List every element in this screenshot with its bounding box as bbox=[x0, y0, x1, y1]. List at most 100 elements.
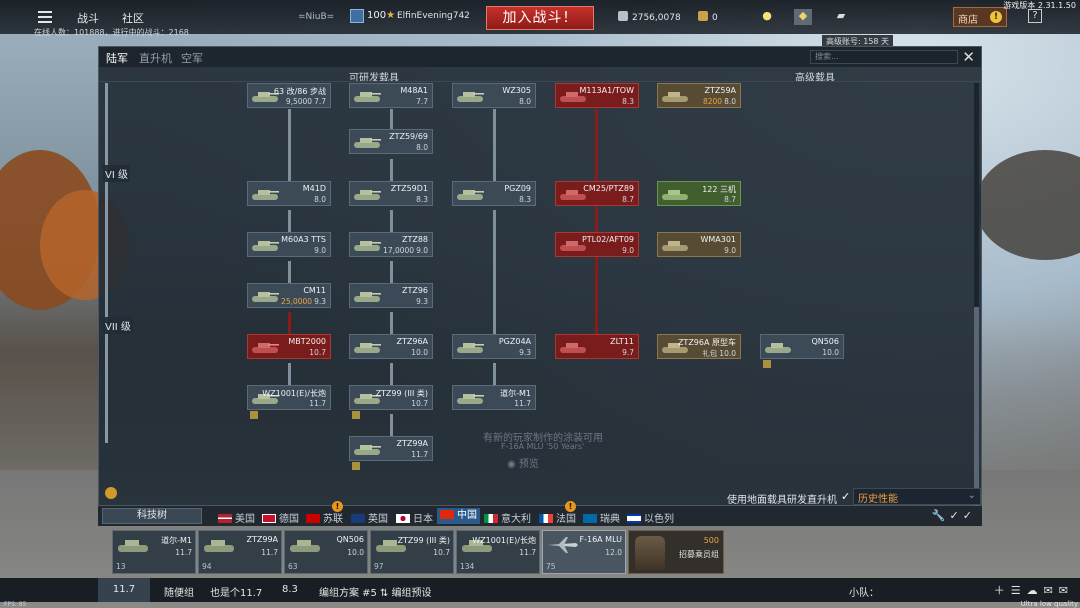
vehicle-card[interactable]: 63 改/86 步战 9,5000 7.7 bbox=[247, 83, 331, 108]
vehicle-card[interactable]: WZ1001(E)/长炮 11.7 bbox=[247, 385, 331, 419]
crew-slot[interactable]: QN506 10.0 63 bbox=[284, 530, 368, 574]
flag-icon bbox=[306, 514, 320, 523]
star-icon: ★ bbox=[386, 10, 396, 21]
close-icon[interactable]: ✕ bbox=[962, 48, 975, 66]
vehicle-card[interactable]: ZTZ88 17,0000 9.0 bbox=[349, 232, 433, 257]
menu-icon[interactable] bbox=[38, 11, 52, 23]
preset-tab[interactable]: 随便组 bbox=[164, 584, 194, 599]
flag-icon bbox=[440, 510, 454, 519]
join-battle-button[interactable]: 加入战斗！ bbox=[486, 6, 594, 30]
bottom-tools[interactable]: ＋☰☁✉✉ bbox=[994, 582, 1074, 598]
nation-ussr[interactable]: ! 苏联 bbox=[306, 501, 343, 525]
nation-israel[interactable]: 以色列 bbox=[627, 510, 674, 525]
crew-slot[interactable]: ZTZ99 (III 类) 10.7 97 bbox=[370, 530, 454, 574]
techtree-button[interactable]: 科技树 bbox=[102, 508, 202, 524]
preset-edit-button[interactable]: ⇅ 编组预设 bbox=[380, 584, 432, 599]
vehicle-card[interactable]: ZTZ96A 原型车 礼包 10.0 bbox=[657, 334, 741, 359]
nav-battle[interactable]: 战斗 bbox=[77, 10, 99, 26]
premium-icon[interactable]: ◆ bbox=[794, 9, 812, 25]
nation-japan[interactable]: 日本 bbox=[396, 510, 433, 525]
nav-community[interactable]: 社区 bbox=[122, 10, 144, 26]
crew-slots: 道尔-M1 11.7 13 ZTZ99A 11.7 94 QN506 10.0 … bbox=[112, 530, 724, 574]
recruit-crew-slot[interactable]: 500 招募乘员组 bbox=[628, 530, 724, 574]
vehicle-card[interactable]: ZTZ99 (III 类) 10.7 bbox=[349, 385, 433, 419]
vehicle-card[interactable]: WMA301 9.0 bbox=[657, 232, 741, 257]
tab-aircraft[interactable]: 空军 bbox=[181, 50, 203, 66]
vehicle-card[interactable]: M113A1/TOW 8.3 bbox=[555, 83, 639, 108]
br-value: 9.0 bbox=[416, 246, 428, 255]
vehicle-card[interactable]: ZTZ99A 11.7 bbox=[349, 436, 433, 470]
br-value: 8.0 bbox=[314, 195, 326, 204]
vehicle-card[interactable]: 道尔-M1 11.7 bbox=[452, 385, 536, 410]
tab-ground[interactable]: 陆军 bbox=[106, 50, 128, 66]
nation-uk[interactable]: 英国 bbox=[351, 510, 388, 525]
scrollbar-thumb[interactable] bbox=[974, 307, 979, 507]
search-input[interactable]: 搜索... bbox=[810, 50, 958, 64]
nation-china[interactable]: 中国 bbox=[437, 508, 480, 524]
br-value: 11.7 bbox=[514, 399, 531, 408]
vehicle-card[interactable]: MBT2000 10.7 bbox=[247, 334, 331, 359]
avatar[interactable] bbox=[350, 9, 364, 23]
nation-sweden[interactable]: 瑞典 bbox=[583, 510, 620, 525]
nation-usa[interactable]: 美国 bbox=[218, 510, 255, 525]
vehicle-card[interactable]: ZTZ59/69 8.0 bbox=[349, 129, 433, 154]
nation-france[interactable]: ! 法国 bbox=[539, 501, 576, 525]
lightbulb-icon[interactable]: ● bbox=[758, 9, 776, 25]
flag-icon bbox=[627, 514, 641, 523]
nation-label: 以色列 bbox=[644, 514, 674, 525]
crew-slot[interactable]: 道尔-M1 11.7 13 bbox=[112, 530, 196, 574]
preset-selector[interactable]: 编组方案 #5 bbox=[319, 584, 377, 599]
tank-icon bbox=[252, 190, 279, 200]
shop-button[interactable]: 商店! bbox=[953, 7, 1007, 27]
preset-tab[interactable]: 也是个11.7 bbox=[210, 584, 262, 599]
vehicle-card[interactable]: M48A1 7.7 bbox=[349, 83, 433, 108]
vehicle-card[interactable]: CM11 25,0000 9.3 bbox=[247, 283, 331, 308]
vehicle-card[interactable]: ZTZ96A 10.0 bbox=[349, 334, 433, 359]
vehicle-card[interactable]: ZTZ59D1 8.3 bbox=[349, 181, 433, 206]
performance-dropdown[interactable]: 历史性能 ⌄ bbox=[853, 488, 981, 505]
vehicle-type-tabs: 陆军 直升机 空军 搜索... ✕ bbox=[99, 47, 981, 67]
rank-line bbox=[105, 83, 108, 443]
player-name[interactable]: ElfinEvening742 bbox=[397, 11, 470, 21]
tree-tools[interactable]: 🔧✓✓ bbox=[932, 509, 976, 522]
crew-slot[interactable]: WZ1001(E)/长炮 11.7 134 bbox=[456, 530, 540, 574]
vehicle-card[interactable]: ZTZ96 9.3 bbox=[349, 283, 433, 308]
tree-connector bbox=[493, 363, 496, 385]
vehicle-br: 8200 8.0 bbox=[703, 97, 736, 106]
nation-italy[interactable]: 意大利 bbox=[484, 510, 531, 525]
crew-slot[interactable]: ZTZ99A 11.7 94 bbox=[198, 530, 282, 574]
help-button[interactable]: ? bbox=[1028, 9, 1042, 23]
vehicle-card[interactable]: PTL02/AFT09 9.0 bbox=[555, 232, 639, 257]
br-value: 9.3 bbox=[314, 297, 326, 306]
vehicle-card[interactable]: WZ305 8.0 bbox=[452, 83, 536, 108]
preset-tab-active[interactable]: 11.7 bbox=[98, 578, 150, 602]
br-value: 7.7 bbox=[416, 97, 428, 106]
online-count: 在线人数：101888，进行中的战斗：2168 bbox=[34, 28, 189, 37]
vehicle-card[interactable]: M60A3 TTS 9.0 bbox=[247, 232, 331, 257]
br-value: 10.0 bbox=[411, 348, 428, 357]
vehicle-card[interactable]: ZLT11 9.7 bbox=[555, 334, 639, 359]
tab-helicopter[interactable]: 直升机 bbox=[139, 50, 172, 66]
preset-tab[interactable]: 8.3 bbox=[282, 584, 298, 595]
slot-vehicle-name: ZTZ99 (III 类) bbox=[397, 536, 450, 545]
crew-slot-selected[interactable]: F-16A MLU 12.0 75 bbox=[542, 530, 626, 574]
vehicle-card[interactable]: CM25/PTZ89 8.7 bbox=[555, 181, 639, 206]
vehicle-card[interactable]: QN506 10.0 bbox=[760, 334, 844, 368]
br-value: 8.7 bbox=[724, 195, 736, 204]
nation-label: 苏联 bbox=[323, 514, 343, 525]
coupon-icon[interactable]: ▰ bbox=[832, 9, 850, 25]
vehicle-card[interactable]: PGZ09 8.3 bbox=[452, 181, 536, 206]
sub-vehicle-icon bbox=[352, 462, 360, 470]
vehicle-card[interactable]: ZTZ59A 8200 8.0 bbox=[657, 83, 741, 108]
checkbox-icon[interactable]: ✓ bbox=[841, 490, 850, 503]
vehicle-card[interactable]: M41D 8.0 bbox=[247, 181, 331, 206]
br-value: 8.0 bbox=[416, 143, 428, 152]
sub-vehicle-icon bbox=[250, 411, 258, 419]
br-value: 9.0 bbox=[314, 246, 326, 255]
vehicle-name: PGZ09 bbox=[504, 184, 531, 193]
vehicle-card[interactable]: PGZ04A 9.3 bbox=[452, 334, 536, 359]
preview-link[interactable]: ◉ 预览 bbox=[507, 455, 539, 470]
slot-vehicle-name: QN506 bbox=[336, 535, 364, 544]
vehicle-card[interactable]: 122 三机 8.7 bbox=[657, 181, 741, 206]
nation-germany[interactable]: 德国 bbox=[262, 510, 299, 525]
